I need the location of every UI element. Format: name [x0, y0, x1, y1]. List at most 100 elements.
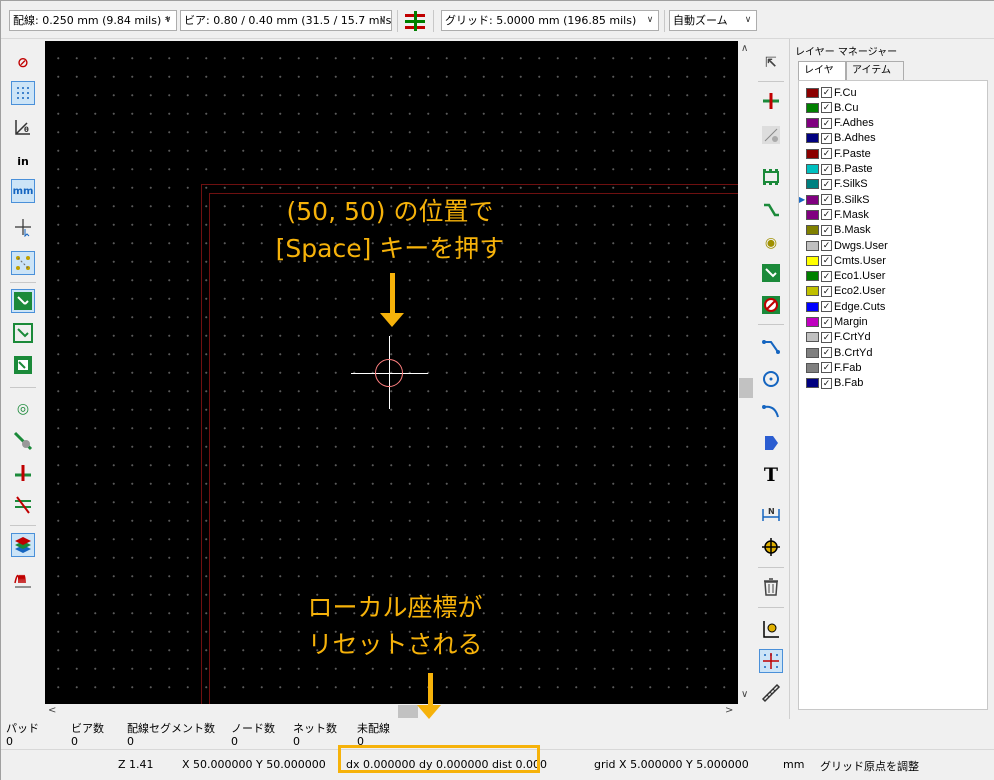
layer-visibility-checkbox[interactable]: ✓ [821, 270, 832, 282]
layer-visibility-checkbox[interactable]: ✓ [821, 316, 832, 328]
layer-row[interactable]: ✓ F.SilkS [806, 177, 868, 192]
layer-visibility-checkbox[interactable]: ✓ [821, 285, 832, 297]
scroll-thumb[interactable] [398, 705, 418, 718]
layer-color-swatch[interactable] [806, 286, 819, 297]
add-footprint-icon[interactable] [759, 165, 783, 189]
layer-visibility-checkbox[interactable]: ✓ [821, 240, 832, 251]
canvas-horizontal-scrollbar[interactable]: < > [45, 704, 738, 719]
route-track-icon[interactable] [759, 199, 783, 223]
via-size-select[interactable]: ビア: 0.80 / 0.40 mm (31.5 / 15.7 mils) * … [180, 10, 392, 31]
pcb-canvas[interactable]: (50, 50) の位置で [Space] キーを押す ローカル座標が リセット… [45, 41, 738, 706]
layer-visibility-checkbox[interactable]: ✓ [821, 102, 832, 114]
layer-row[interactable]: ✓ B.CrtYd [806, 345, 873, 360]
layer-color-swatch[interactable] [806, 347, 819, 358]
layer-visibility-checkbox[interactable]: ✓ [821, 132, 832, 144]
layer-row[interactable]: ▶ ✓ B.SilkS [799, 192, 869, 207]
layer-color-swatch[interactable] [806, 164, 819, 174]
mm-units-icon[interactable]: mm [11, 179, 35, 203]
track-width-select[interactable]: 配線: 0.250 mm (9.84 mils) * ∨ [9, 10, 177, 31]
drc-off-icon[interactable]: ⊘ [11, 51, 35, 75]
layer-row[interactable]: ✓ Edge.Cuts [806, 299, 885, 314]
tab-items[interactable]: アイテム [846, 61, 904, 81]
layer-color-swatch[interactable] [806, 332, 819, 343]
scroll-right-icon[interactable]: > [725, 705, 733, 716]
layer-visibility-checkbox[interactable]: ✓ [821, 301, 832, 313]
drill-origin-icon[interactable] [759, 617, 783, 641]
layer-visibility-checkbox[interactable]: ✓ [821, 347, 832, 359]
layer-row[interactable]: ✓ F.Fab [806, 360, 862, 375]
layer-visibility-checkbox[interactable]: ✓ [821, 148, 832, 160]
tab-layers[interactable]: レイヤー [798, 61, 846, 94]
add-keepout-icon[interactable] [759, 293, 783, 317]
highlight-net-icon[interactable] [759, 89, 783, 113]
add-line-icon[interactable] [759, 335, 783, 359]
pad-sketch-icon[interactable]: ◎ [11, 397, 35, 421]
add-circle-icon[interactable] [759, 367, 783, 391]
layer-color-swatch[interactable] [806, 87, 819, 98]
layer-color-swatch[interactable] [806, 362, 819, 373]
add-text-icon[interactable]: T [759, 463, 783, 487]
layer-color-swatch[interactable] [806, 317, 819, 327]
add-target-icon[interactable] [759, 535, 783, 559]
local-ratsnest-icon[interactable] [759, 123, 783, 147]
layer-visibility-checkbox[interactable]: ✓ [821, 362, 832, 374]
scroll-up-icon[interactable]: ∧ [741, 43, 748, 54]
grid-toggle-icon[interactable] [11, 81, 35, 105]
auto-track-width-icon[interactable] [403, 10, 427, 32]
layer-color-swatch[interactable] [806, 301, 819, 312]
layer-row[interactable]: ✓ F.Mask [806, 207, 869, 222]
layer-visibility-checkbox[interactable]: ✓ [821, 224, 832, 236]
layer-visibility-checkbox[interactable]: ✓ [821, 178, 832, 190]
show-ratsnest-icon[interactable] [11, 251, 35, 275]
zone-outline-icon[interactable] [11, 321, 35, 345]
polar-coords-icon[interactable]: θ [11, 115, 35, 139]
layer-row[interactable]: ✓ B.Paste [806, 162, 873, 177]
zoom-select[interactable]: 自動ズーム ∨ [669, 10, 757, 31]
layer-color-swatch[interactable] [806, 378, 819, 389]
via-sketch-icon[interactable] [11, 429, 35, 453]
layer-visibility-checkbox[interactable]: ✓ [821, 209, 832, 221]
layer-row[interactable]: ✓ F.CrtYd [806, 330, 871, 345]
layer-visibility-checkbox[interactable]: ✓ [821, 87, 832, 98]
microwave-tools-icon[interactable] [11, 569, 35, 593]
layer-row[interactable]: ✓ Eco2.User [806, 284, 885, 299]
scroll-thumb[interactable] [739, 378, 753, 398]
layer-color-swatch[interactable] [806, 148, 819, 159]
layer-row[interactable]: ✓ Dwgs.User [806, 238, 888, 253]
layer-row[interactable]: ✓ F.Adhes [806, 116, 874, 131]
layer-visibility-checkbox[interactable]: ✓ [821, 194, 832, 206]
full-crosshair-icon[interactable] [11, 215, 35, 239]
canvas-vertical-scrollbar[interactable]: ∧ ∨ [738, 41, 754, 706]
layer-color-swatch[interactable] [806, 209, 819, 220]
layer-color-swatch[interactable] [806, 179, 819, 190]
add-polygon-icon[interactable] [759, 431, 783, 455]
contrast-mode-icon[interactable] [11, 493, 35, 517]
grid-origin-icon[interactable] [759, 649, 783, 673]
layer-color-swatch[interactable] [806, 271, 819, 282]
layer-row[interactable]: ✓ F.Cu [806, 85, 857, 100]
layer-visibility-checkbox[interactable]: ✓ [821, 377, 832, 389]
layer-row[interactable]: ✓ F.Paste [806, 146, 871, 161]
select-arrow-icon[interactable]: ⇱ [759, 51, 783, 75]
layer-row[interactable]: ✓ B.Cu [806, 100, 858, 115]
layer-visibility-checkbox[interactable]: ✓ [821, 117, 832, 129]
layer-color-swatch[interactable] [806, 255, 819, 266]
measure-tool-icon[interactable] [759, 681, 783, 705]
layer-row[interactable]: ✓ Eco1.User [806, 269, 885, 284]
scroll-left-icon[interactable]: < [48, 705, 56, 716]
layer-row[interactable]: ✓ Cmts.User [806, 253, 886, 268]
grid-select[interactable]: グリッド: 5.0000 mm (196.85 mils) ∨ [441, 10, 659, 31]
layer-visibility-checkbox[interactable]: ✓ [821, 331, 832, 343]
layer-color-swatch[interactable] [806, 102, 819, 113]
scroll-down-icon[interactable]: ∨ [741, 689, 748, 700]
layer-color-swatch[interactable] [806, 118, 819, 129]
layer-row[interactable]: ✓ B.Fab [806, 376, 863, 391]
layer-color-swatch[interactable] [806, 240, 819, 251]
add-zone-icon[interactable] [759, 261, 783, 285]
layer-row[interactable]: ✓ Margin [806, 315, 868, 330]
delete-icon[interactable] [759, 575, 783, 599]
add-dimension-icon[interactable]: N [759, 503, 783, 527]
layer-color-swatch[interactable] [806, 194, 819, 205]
inch-units-icon[interactable]: in [11, 149, 35, 173]
add-arc-icon[interactable] [759, 399, 783, 423]
